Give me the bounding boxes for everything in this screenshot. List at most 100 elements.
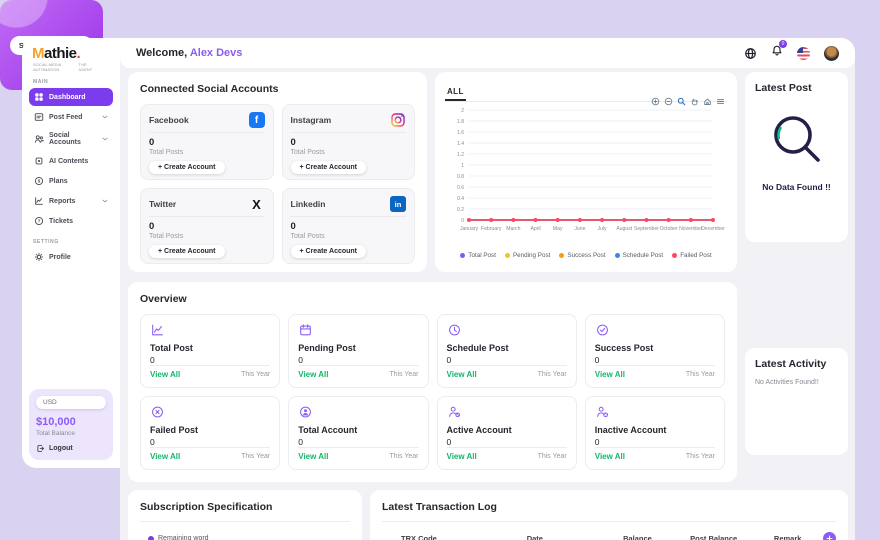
sidebar-item-social-accounts[interactable]: Social Accounts [29, 128, 113, 150]
view-all-link[interactable]: View All [595, 452, 625, 461]
selection-zoom-icon[interactable] [677, 97, 686, 106]
sidebar-item-post-feed[interactable]: Post Feed [29, 108, 113, 126]
account-total: 0 [291, 137, 407, 148]
view-all-link[interactable]: View All [298, 452, 328, 461]
user-circle-icon [298, 405, 313, 419]
linkedin-icon: in [390, 196, 406, 212]
chart-menu-icon[interactable] [716, 97, 725, 106]
sidebar-item-tickets[interactable]: ? Tickets [29, 212, 113, 230]
account-total-label: Total Posts [291, 149, 407, 156]
card-title: Total Account [298, 425, 418, 435]
legend-item[interactable]: Schedule Post [615, 252, 664, 259]
period-label: This Year [538, 371, 567, 378]
twitter-account-card: Twitter X 0 Total Posts + Create Account [140, 188, 274, 264]
chart-legend: Total Post Pending Post Success Post Schedu… [445, 252, 727, 259]
logout-icon [36, 444, 45, 453]
latest-transaction-log-card: Latest Transaction Log TRX Code Date Bal… [370, 490, 848, 540]
plus-icon [826, 535, 833, 540]
sidebar-item-label: Plans [49, 178, 68, 185]
calendar-icon [298, 323, 313, 337]
wallet-card: USD $10,000 Total Balance Logout [29, 389, 113, 460]
welcome-text: Welcome, Alex Devs [136, 47, 242, 59]
gear-icon [34, 252, 44, 262]
view-all-link[interactable]: View All [298, 370, 328, 379]
check-circle-icon [595, 323, 610, 337]
create-account-button[interactable]: + Create Account [291, 161, 367, 174]
section-title: Latest Post [755, 82, 812, 94]
card-value: 0 [447, 355, 567, 365]
legend-item[interactable]: Total Post [460, 252, 496, 259]
svg-text:November: November [679, 226, 703, 232]
view-all-link[interactable]: View All [150, 452, 180, 461]
card-value: 0 [595, 437, 715, 447]
logo-tagline-left: SOCIAL MEDIA AUTOMATION [33, 62, 78, 72]
create-account-button[interactable]: + Create Account [291, 245, 367, 258]
logout-label: Logout [49, 445, 73, 452]
view-all-link[interactable]: View All [447, 370, 477, 379]
language-flag-icon[interactable] [797, 47, 810, 60]
notifications-button[interactable]: 0 [771, 44, 783, 62]
zoom-out-icon[interactable] [664, 97, 673, 106]
card-title: Inactive Account [595, 425, 715, 435]
posts-chart-svg[interactable]: 21.81.61.41.210.80.60.40.20JanuaryFebrua… [445, 102, 727, 246]
facebook-icon: f [249, 112, 265, 128]
user-check-icon [447, 405, 462, 419]
legend-item[interactable]: Failed Post [672, 252, 712, 259]
card-title: Schedule Post [447, 343, 567, 353]
overview-total-post: Total Post 0 View AllThis Year [140, 314, 280, 388]
sidebar-item-label: AI Contents [49, 158, 88, 165]
svg-text:0.6: 0.6 [457, 185, 464, 191]
svg-text:1.8: 1.8 [457, 119, 464, 125]
svg-text:August: August [616, 226, 632, 232]
user-x-icon [595, 405, 610, 419]
account-name: Instagram [291, 115, 332, 125]
total-balance-label: Total Balance [36, 430, 106, 437]
svg-text:0.2: 0.2 [457, 207, 464, 213]
account-total-label: Total Posts [149, 233, 265, 240]
view-all-link[interactable]: View All [447, 452, 477, 461]
zoom-in-icon[interactable] [651, 97, 660, 106]
chart-tab-all[interactable]: ALL [445, 87, 466, 101]
logout-button[interactable]: Logout [36, 444, 106, 453]
period-label: This Year [686, 371, 715, 378]
legend-item[interactable]: Success Post [559, 252, 605, 259]
sidebar-item-profile[interactable]: Profile [29, 248, 113, 266]
overview-failed-post: Failed Post 0 View AllThis Year [140, 396, 280, 470]
svg-text:?: ? [38, 219, 41, 224]
pan-icon[interactable] [690, 97, 699, 106]
globe-icon[interactable] [744, 47, 757, 60]
logo-tagline-right: THE AGENT [78, 62, 97, 72]
total-balance-amount: $10,000 [36, 416, 106, 428]
legend-item[interactable]: Pending Post [505, 252, 550, 259]
currency-select[interactable]: USD [36, 396, 106, 409]
svg-text:June: June [574, 226, 585, 232]
account-total: 0 [149, 137, 265, 148]
spec-legend-item[interactable]: Remaining word [140, 535, 350, 540]
sidebar-item-label: Reports [49, 198, 75, 205]
instagram-icon [390, 112, 406, 128]
latest-activity-card: Latest Activity No Activities Found!! [745, 348, 848, 455]
svg-text:0: 0 [461, 218, 464, 224]
sidebar-item-ai-contents[interactable]: AI Contents [29, 152, 113, 170]
create-account-button[interactable]: + Create Account [149, 245, 225, 258]
create-account-button[interactable]: + Create Account [149, 161, 225, 174]
chart-toolbar [651, 97, 725, 106]
view-all-link[interactable]: View All [150, 370, 180, 379]
card-title: Pending Post [298, 343, 418, 353]
sidebar-item-dashboard[interactable]: Dashboard [29, 88, 113, 106]
sidebar-item-label: Post Feed [49, 114, 82, 121]
connected-social-accounts-card: Connected Social Accounts Facebook f 0 T… [128, 72, 427, 272]
sidebar-item-plans[interactable]: $ Plans [29, 172, 113, 190]
reset-zoom-home-icon[interactable] [703, 97, 712, 106]
add-transaction-button[interactable] [823, 532, 836, 540]
welcome-label: Welcome, [136, 47, 187, 59]
avatar[interactable] [824, 46, 839, 61]
sidebar-item-reports[interactable]: Reports [29, 192, 113, 210]
view-all-link[interactable]: View All [595, 370, 625, 379]
sidebar-item-label: Dashboard [49, 94, 86, 101]
svg-text:February: February [481, 226, 502, 232]
tickets-icon: ? [34, 216, 44, 226]
svg-text:December: December [701, 226, 725, 232]
legend-dot [148, 536, 154, 540]
social-accounts-icon [34, 134, 44, 144]
